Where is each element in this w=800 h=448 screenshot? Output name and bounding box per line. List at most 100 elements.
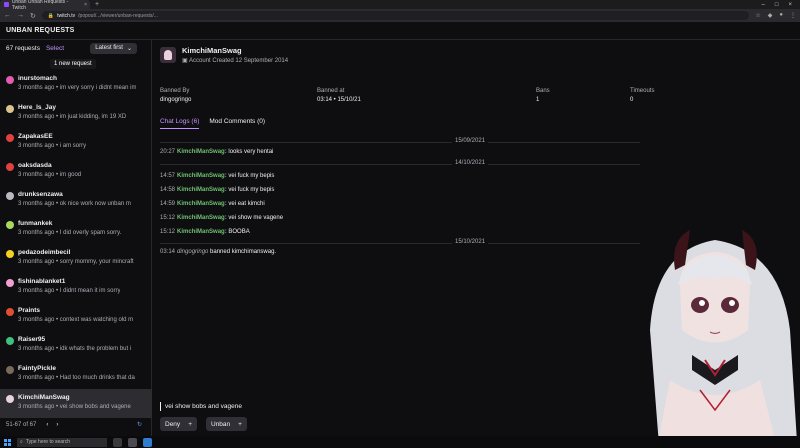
- chat-message: 15:12 KimchiManSwag: vei show me vagene: [160, 215, 283, 221]
- chat-message: 14:59 KimchiManSwag: vei eat kimchi: [160, 201, 265, 207]
- search-icon: ⌕: [20, 439, 23, 445]
- date-label: 15/09/2021: [452, 138, 489, 144]
- detail-username[interactable]: KimchiManSwag: [182, 46, 288, 55]
- request-preview: 3 months ago • idk whats the problem but…: [18, 346, 132, 352]
- request-list-item[interactable]: Praints 3 months ago • context was watchi…: [0, 302, 152, 331]
- minimize-icon[interactable]: –: [762, 2, 765, 8]
- profile-icon[interactable]: ●: [779, 12, 783, 19]
- extension-icon[interactable]: ◆: [768, 12, 773, 19]
- bans-value: 1: [536, 97, 540, 103]
- request-preview: 3 months ago • context was watching old …: [18, 317, 134, 323]
- request-list-item[interactable]: Raiser95 3 months ago • idk whats the pro…: [0, 331, 152, 360]
- request-list-item[interactable]: fishinablanket1 3 months ago • I didnt me…: [0, 273, 152, 302]
- request-preview: 3 months ago • i am sorry: [18, 143, 87, 149]
- request-list-item[interactable]: pedazodeimbecil 3 months ago • sorry momm…: [0, 244, 152, 273]
- banned-by-stat: Banned By dingogringo: [160, 88, 191, 103]
- twitch-favicon-icon: [4, 2, 9, 7]
- avatar: [6, 279, 14, 287]
- plus-icon: +: [238, 420, 242, 428]
- request-list-item[interactable]: Here_Is_Jay 3 months ago • im juat kiddin…: [0, 99, 152, 128]
- taskbar-search-placeholder: Type here to search: [25, 439, 71, 445]
- request-list-item[interactable]: drunksenzawa 3 months ago • ok nice work …: [0, 186, 152, 215]
- mod-action-text: banned kimchimanswag.: [208, 249, 277, 255]
- request-preview: 3 months ago • vei show bobs and vagene: [18, 404, 131, 410]
- forward-icon[interactable]: →: [17, 12, 24, 19]
- avatar: [6, 337, 14, 345]
- taskbar-search[interactable]: ⌕ Type here to search: [17, 437, 107, 447]
- refresh-icon[interactable]: ↻: [137, 421, 142, 428]
- deny-label: Deny: [165, 420, 181, 428]
- request-list-item[interactable]: funmankek 3 months ago • I did overly spa…: [0, 215, 152, 244]
- avatar: [6, 134, 14, 142]
- chat-message: 14:58 KimchiManSwag: vei fuck my bepis: [160, 187, 274, 193]
- back-icon[interactable]: ←: [4, 12, 11, 19]
- request-username: Here_Is_Jay: [18, 104, 56, 111]
- chat-message: 15:12 KimchiManSwag: BOOBA: [160, 229, 250, 235]
- close-tab-icon[interactable]: ×: [84, 2, 87, 8]
- date-divider: [160, 142, 640, 143]
- file-explorer-icon[interactable]: [128, 437, 137, 447]
- avatar: [6, 163, 14, 171]
- banned-at-label: Banned at: [317, 88, 345, 94]
- sidebar-header: 67 requests Select Latest first ⌄: [0, 40, 151, 57]
- request-list-item[interactable]: oaksdasda 3 months ago • im good: [0, 157, 152, 186]
- calendar-icon: ▣: [182, 58, 190, 64]
- mod-action-message: 03:14 dingogringo banned kimchimanswag.: [160, 249, 276, 255]
- request-username: KimchiManSwag: [18, 394, 70, 401]
- chevron-down-icon: ⌄: [126, 46, 132, 52]
- page-header: UNBAN REQUESTS: [0, 22, 800, 40]
- request-list-item[interactable]: KimchiManSwag 3 months ago • vei show bob…: [0, 389, 152, 418]
- close-window-icon[interactable]: ×: [788, 2, 792, 8]
- sort-dropdown[interactable]: Latest first ⌄: [90, 43, 137, 54]
- sidebar-pagination: 51-67 of 67 ‹ › ↻: [0, 421, 152, 429]
- tab-chat-logs[interactable]: Chat Logs (6): [160, 118, 200, 129]
- request-list-item[interactable]: ZapakasEE 3 months ago • i am sorry: [0, 128, 152, 157]
- request-text-block: vei show bobs and vagene: [160, 402, 242, 411]
- window-controls: – □ ×: [762, 2, 800, 8]
- message-user[interactable]: KimchiManSwag:: [177, 201, 227, 207]
- request-list-item[interactable]: inurstomach 3 months ago • im very sorry …: [0, 70, 152, 99]
- browser-taskbar-icon[interactable]: [143, 437, 152, 447]
- message-user[interactable]: KimchiManSwag:: [177, 149, 227, 155]
- url-field[interactable]: 🔒 twitch.tv /popout/.../viewer/unban-req…: [41, 11, 750, 20]
- select-button[interactable]: Select: [46, 45, 64, 52]
- message-user[interactable]: KimchiManSwag:: [177, 229, 227, 235]
- request-username: oaksdasda: [18, 162, 52, 169]
- avatar: [6, 192, 14, 200]
- date-label: 14/10/2021: [452, 160, 489, 166]
- reload-icon[interactable]: ↻: [30, 12, 36, 20]
- vtuber-avatar-overlay: [650, 230, 798, 448]
- star-icon[interactable]: ☆: [755, 12, 760, 19]
- banned-at-value: 03:14 • 15/10/21: [317, 97, 361, 103]
- maximize-icon[interactable]: □: [775, 2, 779, 8]
- message-user[interactable]: KimchiManSwag:: [177, 187, 227, 193]
- browser-tab[interactable]: Unban Unban Requests - Twitch ×: [0, 0, 90, 11]
- tab-mod-comments[interactable]: Mod Comments (0): [209, 118, 265, 129]
- unban-button[interactable]: Unban +: [206, 417, 247, 431]
- avatar: [6, 105, 14, 113]
- request-username: ZapakasEE: [18, 133, 53, 140]
- message-user[interactable]: KimchiManSwag:: [177, 215, 227, 221]
- new-tab-button[interactable]: +: [95, 1, 99, 8]
- message-text: vei fuck my bepis: [226, 187, 275, 193]
- requests-sidebar: 67 requests Select Latest first ⌄ 1 new …: [0, 40, 152, 436]
- task-view-icon[interactable]: [113, 437, 122, 447]
- request-preview: 3 months ago • Had too much drinks that …: [18, 375, 135, 381]
- message-user[interactable]: KimchiManSwag:: [177, 173, 227, 179]
- request-list-item[interactable]: FaintyPickle 3 months ago • Had too much …: [0, 360, 152, 389]
- windows-start-icon[interactable]: [4, 438, 11, 446]
- avatar: [6, 76, 14, 84]
- url-path: /popout/.../viewer/unban-requests/...: [78, 12, 158, 19]
- request-preview: 3 months ago • im good: [18, 172, 82, 178]
- next-page-icon[interactable]: ›: [56, 422, 58, 428]
- account-created: Account Created 12 September 2014: [189, 58, 289, 64]
- banned-at-stat: Banned at 03:14 • 15/10/21: [317, 88, 361, 103]
- message-time: 15:12: [160, 229, 176, 235]
- menu-icon[interactable]: ⋮: [790, 12, 796, 19]
- mod-name[interactable]: dingogringo: [177, 249, 208, 255]
- request-preview: 3 months ago • im very sorry i didnt mea…: [18, 85, 137, 91]
- deny-button[interactable]: Deny +: [160, 417, 197, 431]
- request-username: pedazodeimbecil: [18, 249, 71, 256]
- request-preview: 3 months ago • ok nice work now unban m: [18, 201, 131, 207]
- prev-page-icon[interactable]: ‹: [46, 422, 48, 428]
